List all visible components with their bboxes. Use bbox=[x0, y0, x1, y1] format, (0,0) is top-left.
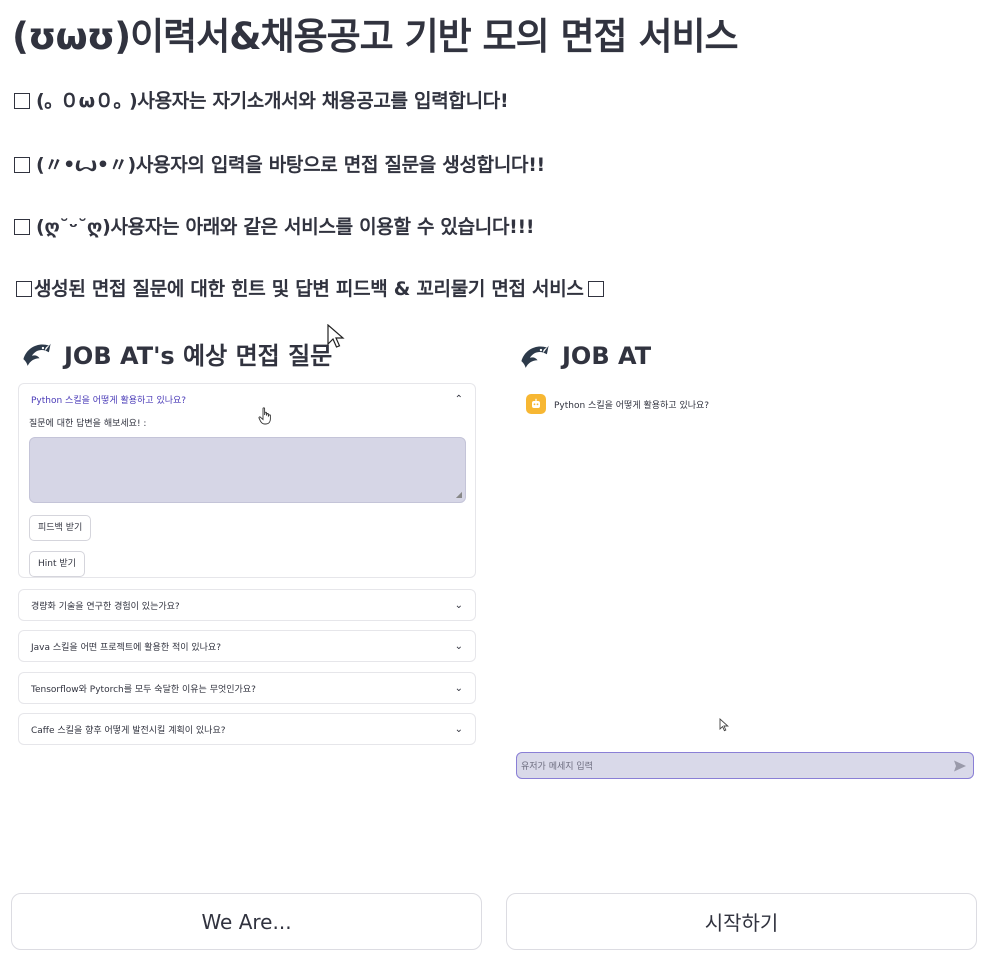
intro-line-4: 생성된 면접 질문에 대한 힌트 및 답변 피드백 & 꼬리물기 면접 서비스 bbox=[16, 274, 604, 301]
mouse-pointer-icon bbox=[327, 324, 345, 348]
answer-textarea[interactable]: ◢ bbox=[29, 437, 466, 503]
answer-label: 질문에 대한 답변을 해보세요! : bbox=[29, 419, 147, 429]
page-title: (ʊωʊ)이력서&채용공고 기반 모의 면접 서비스 bbox=[12, 15, 739, 58]
checkbox-icon bbox=[14, 93, 30, 109]
start-button[interactable]: 시작하기 bbox=[506, 893, 977, 950]
chat-message-text: Python 스킬을 어떻게 활용하고 있나요? bbox=[554, 400, 710, 411]
expander-question: Java 스킬을 어떤 프로젝트에 활용한 적이 있나요? bbox=[31, 642, 221, 653]
chevron-down-icon: ⌄ bbox=[454, 682, 463, 694]
question-expander[interactable]: 경량화 기술을 연구한 경험이 있는가요? ⌄ bbox=[18, 589, 476, 621]
expander-question: Caffe 스킬을 향후 어떻게 발전시킬 계획이 있나요? bbox=[31, 725, 226, 736]
feedback-button[interactable]: 피드백 받기 bbox=[29, 515, 92, 541]
checkbox-icon bbox=[16, 281, 32, 297]
expander-question: Tensorflow와 Pytorch를 모두 숙달한 이유는 무엇인가요? bbox=[31, 684, 256, 695]
chevron-down-icon: ⌄ bbox=[454, 723, 463, 735]
intro-line-3: (ღ˘ᵕ˘ღ)사용자는 아래와 같은 서비스를 이용할 수 있습니다!!! bbox=[14, 212, 535, 239]
expander-header[interactable]: Caffe 스킬을 향후 어떻게 발전시킬 계획이 있나요? ⌄ bbox=[19, 714, 475, 744]
expander-header[interactable]: Java 스킬을 어떤 프로젝트에 활용한 적이 있나요? ⌄ bbox=[19, 631, 475, 661]
question-expander[interactable]: Java 스킬을 어떤 프로젝트에 활용한 적이 있나요? ⌄ bbox=[18, 630, 476, 662]
checkbox-icon bbox=[587, 281, 604, 297]
page: (ʊωʊ)이력서&채용공고 기반 모의 면접 서비스 (｡ ０ω０｡ )사용자는… bbox=[0, 0, 987, 960]
chat-heading: JOB AT bbox=[518, 339, 651, 373]
shark-logo-icon bbox=[521, 345, 549, 368]
question-expander[interactable]: Caffe 스킬을 향후 어떻게 발전시킬 계획이 있나요? ⌄ bbox=[18, 713, 476, 745]
intro-text: (ღ˘ᵕ˘ღ)사용자는 아래와 같은 서비스를 이용할 수 있습니다!!! bbox=[36, 216, 535, 238]
expander-header[interactable]: Python 스킬을 어떻게 활용하고 있나요? ⌃ bbox=[19, 384, 475, 414]
chevron-down-icon: ⌄ bbox=[454, 599, 463, 611]
checkbox-icon bbox=[14, 219, 30, 235]
hand-pointer-icon bbox=[258, 407, 271, 425]
chat-input-placeholder: 유저가 메세지 입력 bbox=[521, 762, 593, 772]
expander-header[interactable]: Tensorflow와 Pytorch를 모두 숙달한 이유는 무엇인가요? ⌄ bbox=[19, 673, 475, 703]
resize-grip-icon[interactable]: ◢ bbox=[456, 490, 462, 499]
shark-logo-icon bbox=[23, 343, 51, 366]
expander-body: 질문에 대한 답변을 해보세요! : ◢ 피드백 받기 Hint 받기 bbox=[19, 416, 475, 587]
questions-heading: JOB AT's 예상 면접 질문 bbox=[20, 336, 332, 371]
intro-text: 생성된 면접 질문에 대한 힌트 및 답변 피드백 & 꼬리물기 면접 서비스 bbox=[34, 278, 584, 300]
chevron-up-icon: ⌃ bbox=[454, 393, 463, 405]
chevron-down-icon: ⌄ bbox=[454, 640, 463, 652]
expander-question: Python 스킬을 어떻게 활용하고 있나요? bbox=[31, 395, 187, 406]
question-expander[interactable]: Tensorflow와 Pytorch를 모두 숙달한 이유는 무엇인가요? ⌄ bbox=[18, 672, 476, 704]
mouse-pointer-icon bbox=[719, 718, 729, 732]
bot-avatar bbox=[526, 394, 546, 414]
hint-button[interactable]: Hint 받기 bbox=[29, 551, 85, 577]
chat-message: Python 스킬을 어떻게 활용하고 있나요? bbox=[526, 394, 709, 414]
checkbox-icon bbox=[14, 157, 30, 173]
intro-text: (｡ ０ω０｡ )사용자는 자기소개서와 채용공고를 입력합니다! bbox=[36, 90, 509, 112]
chat-heading-text: JOB AT bbox=[562, 342, 652, 370]
expander-header[interactable]: 경량화 기술을 연구한 경험이 있는가요? ⌄ bbox=[19, 590, 475, 620]
intro-line-1: (｡ ０ω０｡ )사용자는 자기소개서와 채용공고를 입력합니다! bbox=[14, 86, 509, 113]
question-expander-open: Python 스킬을 어떻게 활용하고 있나요? ⌃ 질문에 대한 답변을 해보… bbox=[18, 383, 476, 578]
we-are-button[interactable]: We Are... bbox=[11, 893, 482, 950]
intro-text: (〃•ꙍ•〃)사용자의 입력을 바탕으로 면접 질문을 생성합니다!! bbox=[36, 154, 545, 176]
chat-input[interactable]: 유저가 메세지 입력 bbox=[516, 752, 974, 779]
send-icon[interactable] bbox=[953, 759, 967, 773]
intro-line-2: (〃•ꙍ•〃)사용자의 입력을 바탕으로 면접 질문을 생성합니다!! bbox=[14, 150, 545, 177]
questions-heading-text: JOB AT's 예상 면접 질문 bbox=[64, 342, 333, 370]
expander-question: 경량화 기술을 연구한 경험이 있는가요? bbox=[31, 601, 180, 612]
robot-icon bbox=[532, 398, 540, 408]
